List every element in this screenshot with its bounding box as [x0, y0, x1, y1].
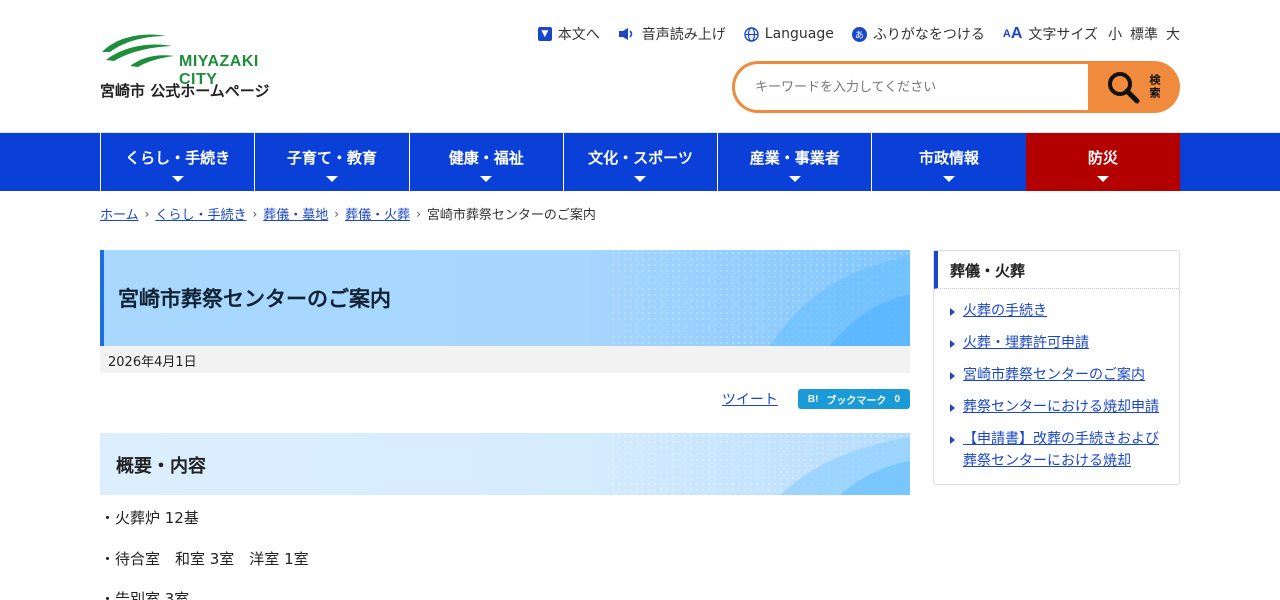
- nav-item-culture[interactable]: 文化・スポーツ: [562, 133, 717, 191]
- wave-decoration-icon: [610, 250, 910, 346]
- utility-menu: ▼ 本文へ 音声読み上げ Language あ ふりがなをつける AA 文字サイ…: [537, 24, 1180, 44]
- caret-down-icon: [480, 176, 493, 182]
- sidebar-related-links: 葬儀・火葬 火葬の手続き 火葬・埋葬許可申請 宮崎市葬祭センターのご案内 葬祭セ…: [933, 250, 1180, 485]
- search-button[interactable]: 検索: [1088, 61, 1180, 113]
- nav-label: くらし・手続き: [125, 149, 231, 167]
- voice-label: 音声読み上げ: [641, 27, 726, 43]
- breadcrumb-link-funeral-cemetery[interactable]: 葬儀・墓地: [263, 204, 328, 223]
- nav-item-city-info[interactable]: 市政情報: [871, 133, 1025, 191]
- font-size-normal-button[interactable]: 標準: [1130, 24, 1158, 44]
- font-size-label: 文字サイズ: [1028, 27, 1098, 43]
- sidebar-link-cremation-permit[interactable]: 火葬・埋葬許可申請: [963, 335, 1089, 351]
- page-title: 宮崎市葬祭センターのご案内: [118, 287, 391, 311]
- caret-down-icon: [325, 176, 338, 182]
- list-item: 【申請書】改葬の手続きおよび葬祭センターにおける焼却: [950, 428, 1170, 472]
- chevron-right-icon: ›: [144, 206, 150, 221]
- skip-to-content-link[interactable]: ▼ 本文へ: [537, 24, 600, 44]
- list-item: 火葬・埋葬許可申請: [950, 332, 1170, 354]
- bookmark-count: 0: [894, 393, 900, 405]
- global-navigation: くらし・手続き 子育て・教育 健康・福祉 文化・スポーツ 産業・事業者 市政情報…: [0, 132, 1280, 191]
- search-input[interactable]: [732, 61, 1090, 113]
- nav-item-disaster[interactable]: 防災: [1025, 133, 1180, 191]
- wave-decoration-icon: [610, 433, 910, 495]
- search-button-label: 検索: [1148, 74, 1160, 100]
- nav-label: 文化・スポーツ: [588, 149, 693, 167]
- arrow-down-icon: ▼: [537, 27, 552, 41]
- list-item: 宮崎市葬祭センターのご案内: [950, 364, 1170, 386]
- content-line: ・告別室 3室: [100, 590, 190, 600]
- sidebar-link-reburial-application[interactable]: 【申請書】改葬の手続きおよび葬祭センターにおける焼却: [963, 431, 1159, 469]
- share-buttons: ツイート B! ブックマーク 0: [722, 389, 910, 409]
- nav-label: 健康・福祉: [448, 149, 524, 167]
- site-header: MIYAZAKI CITY 宮崎市 公式ホームページ ▼ 本文へ 音声読み上げ …: [0, 0, 1280, 132]
- skip-label: 本文へ: [557, 27, 600, 43]
- nav-item-living[interactable]: くらし・手続き: [100, 133, 254, 191]
- nav-item-industry[interactable]: 産業・事業者: [717, 133, 871, 191]
- tweet-link[interactable]: ツイート: [722, 389, 778, 409]
- nav-label: 産業・事業者: [749, 149, 840, 167]
- language-link[interactable]: Language: [744, 26, 834, 42]
- breadcrumb-current: 宮崎市葬祭センターのご案内: [426, 208, 596, 223]
- list-item: 火葬の手続き: [950, 300, 1170, 322]
- globe-icon: [744, 26, 759, 42]
- site-logo[interactable]: MIYAZAKI CITY 宮崎市 公式ホームページ: [100, 30, 300, 105]
- hiragana-a-icon: あ: [851, 26, 867, 42]
- bookmark-label: ブックマーク: [826, 395, 887, 407]
- section-heading-box: 概要・内容: [100, 433, 910, 495]
- update-date: 2026年4月1日: [100, 346, 910, 373]
- language-label: Language: [764, 26, 834, 42]
- sidebar-link-funeral-center[interactable]: 宮崎市葬祭センターのご案内: [963, 367, 1145, 383]
- font-size-large-button[interactable]: 大: [1166, 24, 1180, 44]
- breadcrumb-link-funeral-cremation[interactable]: 葬儀・火葬: [345, 204, 410, 223]
- nav-label: 市政情報: [919, 149, 980, 167]
- speaker-icon: [618, 28, 633, 40]
- sidebar-link-list: 火葬の手続き 火葬・埋葬許可申請 宮崎市葬祭センターのご案内 葬祭センターにおけ…: [950, 300, 1170, 482]
- font-size-small-button[interactable]: 小: [1108, 24, 1122, 44]
- caret-down-icon: [788, 176, 801, 182]
- nav-item-health[interactable]: 健康・福祉: [408, 133, 563, 191]
- search-icon: [1108, 72, 1140, 104]
- miyazaki-logo-mark-icon: [102, 34, 174, 67]
- caret-down-icon: [1096, 176, 1109, 182]
- chevron-right-icon: ›: [252, 206, 258, 221]
- list-item: 葬祭センターにおける焼却申請: [950, 396, 1170, 418]
- caret-down-icon: [943, 176, 956, 182]
- content-line: ・待合室 和室 3室 洋室 1室: [100, 550, 309, 568]
- logo-japanese-text: 宮崎市 公式ホームページ: [100, 82, 270, 100]
- sidebar-link-incineration-application[interactable]: 葬祭センターにおける焼却申請: [963, 399, 1159, 415]
- sidebar-link-cremation-procedure[interactable]: 火葬の手続き: [963, 303, 1047, 319]
- font-size-icon: AA: [1002, 25, 1023, 42]
- breadcrumb-link-living[interactable]: くらし・手続き: [155, 204, 246, 223]
- furigana-link[interactable]: あ ふりがなをつける: [851, 24, 985, 44]
- caret-down-icon: [634, 176, 647, 182]
- font-size-control: AA 文字サイズ 小 標準 大: [1003, 24, 1180, 44]
- chevron-right-icon: ›: [334, 206, 340, 221]
- nav-label: 子育て・教育: [286, 149, 377, 167]
- hatena-bookmark-button[interactable]: B! ブックマーク 0: [797, 389, 910, 409]
- furigana-label: ふりがなをつける: [872, 27, 985, 43]
- breadcrumb: ホーム › くらし・手続き › 葬儀・墓地 › 葬儀・火葬 › 宮崎市葬祭センタ…: [100, 204, 596, 224]
- hatena-b-icon: B!: [807, 393, 819, 405]
- caret-down-icon: [171, 176, 184, 182]
- section-title: 概要・内容: [116, 456, 206, 477]
- page-title-box: 宮崎市葬祭センターのご案内: [100, 250, 910, 346]
- sidebar-title: 葬儀・火葬: [934, 251, 1179, 289]
- breadcrumb-link-home[interactable]: ホーム: [100, 204, 139, 223]
- nav-item-childcare[interactable]: 子育て・教育: [254, 133, 408, 191]
- chevron-right-icon: ›: [416, 206, 421, 221]
- nav-label: 防災: [1087, 149, 1118, 167]
- site-search: 検索: [732, 61, 1180, 113]
- content-line: ・火葬炉 12基: [100, 509, 199, 527]
- voice-reader-link[interactable]: 音声読み上げ: [618, 24, 726, 44]
